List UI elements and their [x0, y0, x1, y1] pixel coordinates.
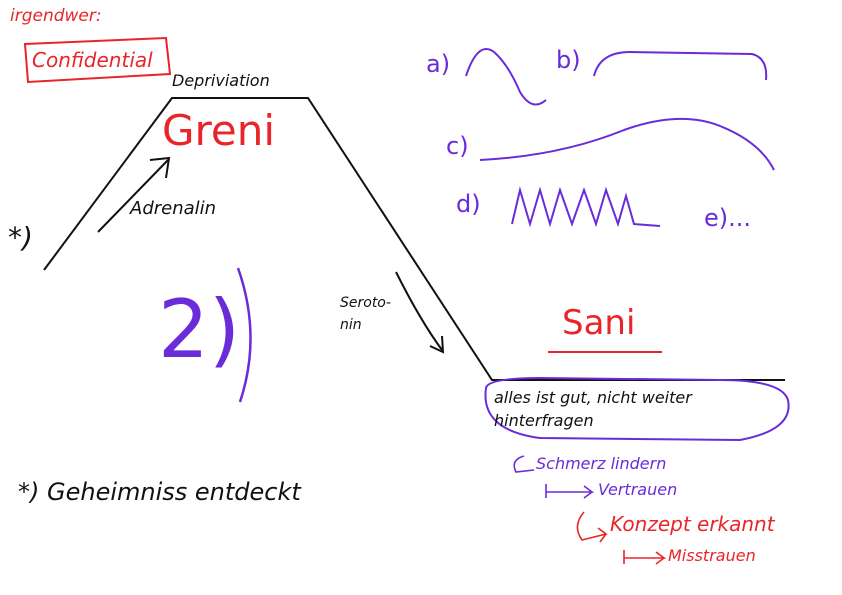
- curve-c: [479, 117, 775, 171]
- bubble-text-line2: hinterfragen: [494, 411, 594, 430]
- step3-hook-arrow: [576, 511, 608, 543]
- curve-label-b: b): [556, 46, 581, 74]
- serotonin-label-line1: Seroto-: [340, 295, 391, 311]
- bubble-text-line1: alles ist gut, nicht weiter: [494, 388, 692, 407]
- mood-curve-line: [43, 97, 785, 381]
- asterisk-marker: *): [8, 221, 33, 254]
- peak-name: Greni: [162, 106, 276, 155]
- step1-text: Schmerz lindern: [536, 454, 667, 473]
- curve-d: [511, 186, 661, 228]
- step2-arrow: [545, 484, 595, 499]
- serotonin-label-line2: nin: [340, 317, 362, 333]
- curve-label-e: e)...: [704, 204, 752, 232]
- step3-text: Konzept erkannt: [610, 512, 775, 536]
- peak-label: Depriviation: [172, 71, 270, 90]
- big-number: 2): [158, 283, 241, 376]
- corner-label: irgendwer:: [10, 6, 102, 26]
- valley-name: Sani: [562, 303, 636, 343]
- confidential-stamp-text: Confidential: [32, 48, 153, 72]
- step1-hook-arrow: [513, 455, 535, 473]
- curve-label-c: c): [446, 132, 469, 160]
- step4-arrow: [623, 550, 667, 565]
- step4-text: Misstrauen: [668, 546, 756, 565]
- curve-b: [593, 50, 768, 81]
- serotonin-arrow: [395, 271, 443, 351]
- adrenalin-arrow: [97, 159, 169, 233]
- footnote: *) Geheimniss entdeckt: [18, 478, 301, 506]
- step2-text: Vertrauen: [598, 480, 678, 499]
- adrenalin-label: Adrenalin: [130, 198, 217, 219]
- curve-label-a: a): [426, 50, 451, 78]
- curve-label-d: d): [456, 190, 481, 218]
- curve-a: [465, 48, 547, 106]
